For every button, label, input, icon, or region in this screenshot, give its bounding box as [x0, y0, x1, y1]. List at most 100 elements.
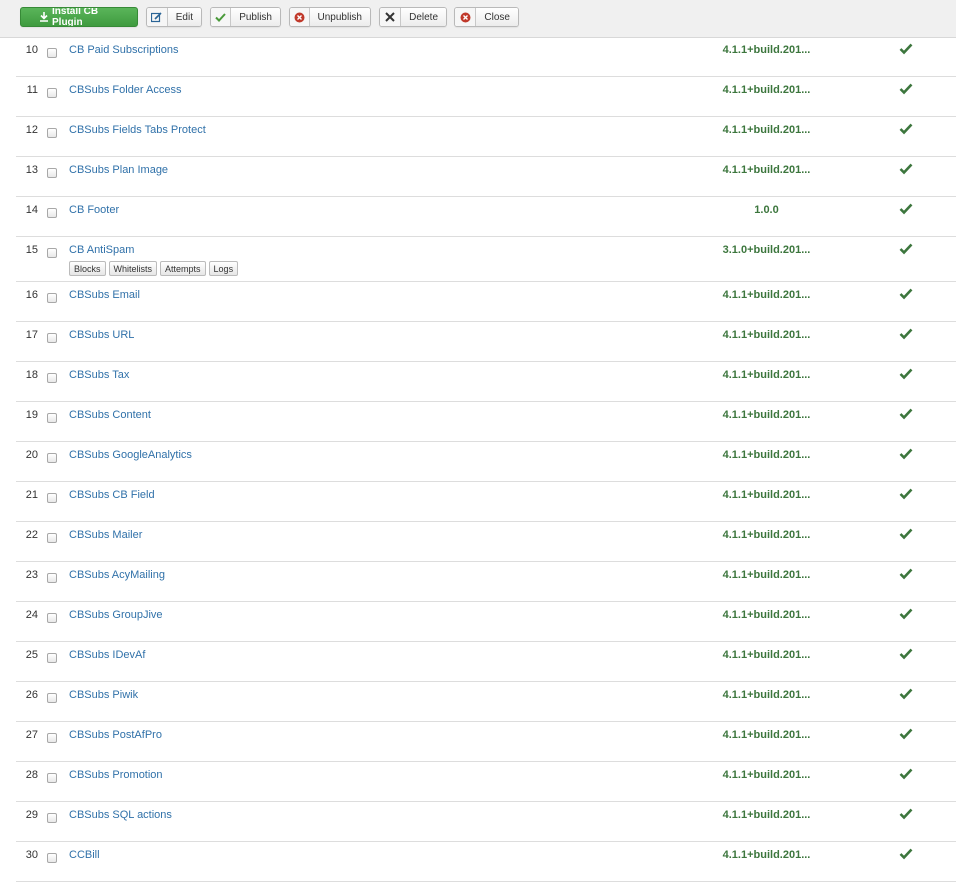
row-checkbox[interactable]	[47, 573, 57, 583]
published-check-icon[interactable]	[899, 288, 913, 300]
row-number: 23	[25, 569, 38, 581]
plugin-version: 4.1.1+build.201...	[722, 164, 811, 176]
table-row: 22 CBSubs Mailer 4.1.1+build.201...	[16, 524, 956, 562]
published-check-icon[interactable]	[899, 648, 913, 660]
download-icon	[21, 8, 52, 26]
published-check-icon[interactable]	[899, 368, 913, 380]
published-check-icon[interactable]	[899, 848, 913, 860]
edit-button[interactable]: Edit	[146, 7, 202, 27]
plugin-action-button[interactable]: Attempts	[160, 261, 206, 276]
publish-button[interactable]: Publish	[210, 7, 281, 27]
check-icon	[211, 8, 232, 26]
published-check-icon[interactable]	[899, 448, 913, 460]
plugin-version: 4.1.1+build.201...	[722, 649, 811, 661]
published-check-icon[interactable]	[899, 808, 913, 820]
delete-button[interactable]: Delete	[379, 7, 447, 27]
row-number: 17	[25, 329, 38, 341]
row-checkbox[interactable]	[47, 773, 57, 783]
row-checkbox[interactable]	[47, 613, 57, 623]
table-row: 25 CBSubs IDevAf 4.1.1+build.201...	[16, 644, 956, 682]
published-check-icon[interactable]	[899, 608, 913, 620]
published-check-icon[interactable]	[899, 163, 913, 175]
row-checkbox[interactable]	[47, 128, 57, 138]
plugin-name-link[interactable]: CBSubs Piwik	[69, 689, 138, 701]
install-cb-plugin-button[interactable]: Install CB Plugin	[20, 7, 138, 27]
row-checkbox[interactable]	[47, 413, 57, 423]
row-number: 14	[25, 204, 38, 216]
plugin-name-link[interactable]: CBSubs Promotion	[69, 769, 163, 781]
table-row: 30 CCBill 4.1.1+build.201...	[16, 844, 956, 882]
published-check-icon[interactable]	[899, 203, 913, 215]
plugin-name-link[interactable]: CBSubs PostAfPro	[69, 729, 162, 741]
published-check-icon[interactable]	[899, 43, 913, 55]
plugin-name-link[interactable]: CBSubs URL	[69, 329, 134, 341]
published-check-icon[interactable]	[899, 123, 913, 135]
plugin-action-button[interactable]: Blocks	[69, 261, 106, 276]
row-checkbox[interactable]	[47, 493, 57, 503]
plugin-name-link[interactable]: CB Footer	[69, 204, 119, 216]
delete-x-icon	[380, 8, 402, 26]
row-checkbox[interactable]	[47, 853, 57, 863]
row-checkbox[interactable]	[47, 48, 57, 58]
row-number: 28	[25, 769, 38, 781]
plugin-name-link[interactable]: CBSubs CB Field	[69, 489, 155, 501]
plugin-name-link[interactable]: CBSubs SQL actions	[69, 809, 172, 821]
published-check-icon[interactable]	[899, 328, 913, 340]
plugin-version: 4.1.1+build.201...	[722, 449, 811, 461]
plugin-version: 4.1.1+build.201...	[722, 729, 811, 741]
published-check-icon[interactable]	[899, 768, 913, 780]
published-check-icon[interactable]	[899, 528, 913, 540]
plugin-name-link[interactable]: CBSubs IDevAf	[69, 649, 145, 661]
plugin-version: 4.1.1+build.201...	[722, 689, 811, 701]
row-checkbox[interactable]	[47, 733, 57, 743]
table-row: 23 CBSubs AcyMailing 4.1.1+build.201...	[16, 564, 956, 602]
row-number: 18	[25, 369, 38, 381]
row-checkbox[interactable]	[47, 248, 57, 258]
plugin-name-link[interactable]: CBSubs GoogleAnalytics	[69, 449, 192, 461]
row-checkbox[interactable]	[47, 208, 57, 218]
plugin-name-link[interactable]: CBSubs Tax	[69, 369, 129, 381]
plugin-name-link[interactable]: CBSubs Content	[69, 409, 151, 421]
row-checkbox[interactable]	[47, 653, 57, 663]
row-checkbox[interactable]	[47, 453, 57, 463]
row-number: 13	[25, 164, 38, 176]
plugin-version: 4.1.1+build.201...	[722, 529, 811, 541]
row-checkbox[interactable]	[47, 293, 57, 303]
plugin-name-link[interactable]: CBSubs AcyMailing	[69, 569, 165, 581]
row-checkbox[interactable]	[47, 693, 57, 703]
table-row: 29 CBSubs SQL actions 4.1.1+build.201...	[16, 804, 956, 842]
row-checkbox[interactable]	[47, 88, 57, 98]
published-check-icon[interactable]	[899, 488, 913, 500]
plugin-name-link[interactable]: CBSubs Folder Access	[69, 84, 182, 96]
plugin-version: 4.1.1+build.201...	[722, 489, 811, 501]
published-check-icon[interactable]	[899, 408, 913, 420]
published-check-icon[interactable]	[899, 728, 913, 740]
table-row: 13 CBSubs Plan Image 4.1.1+build.201...	[16, 159, 956, 197]
published-check-icon[interactable]	[899, 83, 913, 95]
plugin-version: 4.1.1+build.201...	[722, 609, 811, 621]
row-checkbox[interactable]	[47, 168, 57, 178]
plugin-name-link[interactable]: CBSubs Email	[69, 289, 140, 301]
table-row: 17 CBSubs URL 4.1.1+build.201...	[16, 324, 956, 362]
table-row: 28 CBSubs Promotion 4.1.1+build.201...	[16, 764, 956, 802]
row-number: 10	[25, 44, 38, 56]
plugin-action-button[interactable]: Whitelists	[108, 261, 158, 276]
plugin-version: 4.1.1+build.201...	[722, 569, 811, 581]
close-button[interactable]: Close	[454, 7, 519, 27]
row-checkbox[interactable]	[47, 533, 57, 543]
plugin-name-link[interactable]: CBSubs Mailer	[69, 529, 142, 541]
plugin-name-link[interactable]: CB AntiSpam	[69, 244, 134, 256]
plugin-name-link[interactable]: CBSubs Fields Tabs Protect	[69, 124, 206, 136]
row-checkbox[interactable]	[47, 373, 57, 383]
unpublish-button[interactable]: Unpublish	[289, 7, 371, 27]
published-check-icon[interactable]	[899, 688, 913, 700]
plugin-action-button[interactable]: Logs	[208, 261, 239, 276]
plugin-name-link[interactable]: CBSubs Plan Image	[69, 164, 168, 176]
row-checkbox[interactable]	[47, 333, 57, 343]
plugin-name-link[interactable]: CBSubs GroupJive	[69, 609, 163, 621]
plugin-name-link[interactable]: CB Paid Subscriptions	[69, 44, 178, 56]
published-check-icon[interactable]	[899, 568, 913, 580]
row-checkbox[interactable]	[47, 813, 57, 823]
published-check-icon[interactable]	[899, 243, 913, 255]
plugin-name-link[interactable]: CCBill	[69, 849, 100, 861]
